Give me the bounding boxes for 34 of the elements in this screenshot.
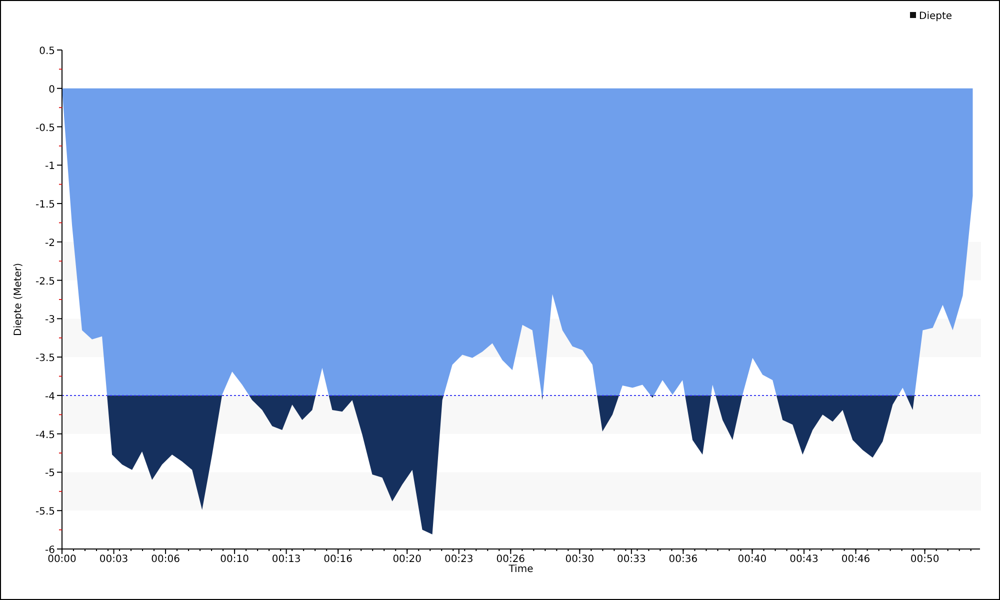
y-tick-label: -3: [45, 314, 55, 326]
legend-label: Diepte: [919, 11, 952, 22]
legend-swatch: [910, 12, 916, 18]
x-tick-label: 00:00: [48, 554, 76, 565]
x-tick-label: 00:46: [841, 554, 870, 565]
x-axis-title: Time: [508, 564, 534, 575]
y-tick-label: -2.5: [35, 276, 55, 288]
x-tick-label: 00:16: [324, 554, 352, 565]
y-tick-label: -5.5: [35, 506, 55, 518]
x-tick-label: 00:20: [392, 554, 422, 565]
x-tick-label: 00:23: [444, 554, 474, 565]
y-tick-label: -2: [45, 238, 55, 249]
x-tick-label: 00:36: [668, 554, 698, 565]
y-tick-label: -1: [45, 161, 55, 172]
y-tick-label: -5: [45, 468, 55, 480]
x-tick-label: 00:13: [272, 554, 301, 565]
x-tick-label: 00:33: [617, 554, 646, 565]
x-tick-label: 00:03: [99, 554, 128, 565]
x-tick-label: 00:43: [790, 554, 818, 565]
y-tick-label: -0.5: [35, 122, 55, 134]
y-tick-label: 0: [48, 84, 55, 96]
x-tick-label: 00:26: [496, 554, 526, 565]
y-tick-label: 0.5: [39, 46, 55, 57]
y-tick-label: -1.5: [35, 200, 55, 211]
y-tick-label: -6: [45, 545, 55, 556]
x-tick-label: 00:40: [738, 554, 767, 565]
x-tick-label: 00:06: [151, 554, 180, 565]
x-tick-label: 00:30: [565, 554, 594, 565]
y-tick-label: -3.5: [35, 353, 55, 364]
y-tick-label: -4.5: [35, 430, 55, 441]
y-axis-title: Diepte (Meter): [13, 263, 24, 336]
y-tick-label: -4: [45, 391, 55, 402]
x-tick-label: 00:10: [220, 554, 249, 565]
x-tick-label: 00:50: [910, 554, 940, 565]
